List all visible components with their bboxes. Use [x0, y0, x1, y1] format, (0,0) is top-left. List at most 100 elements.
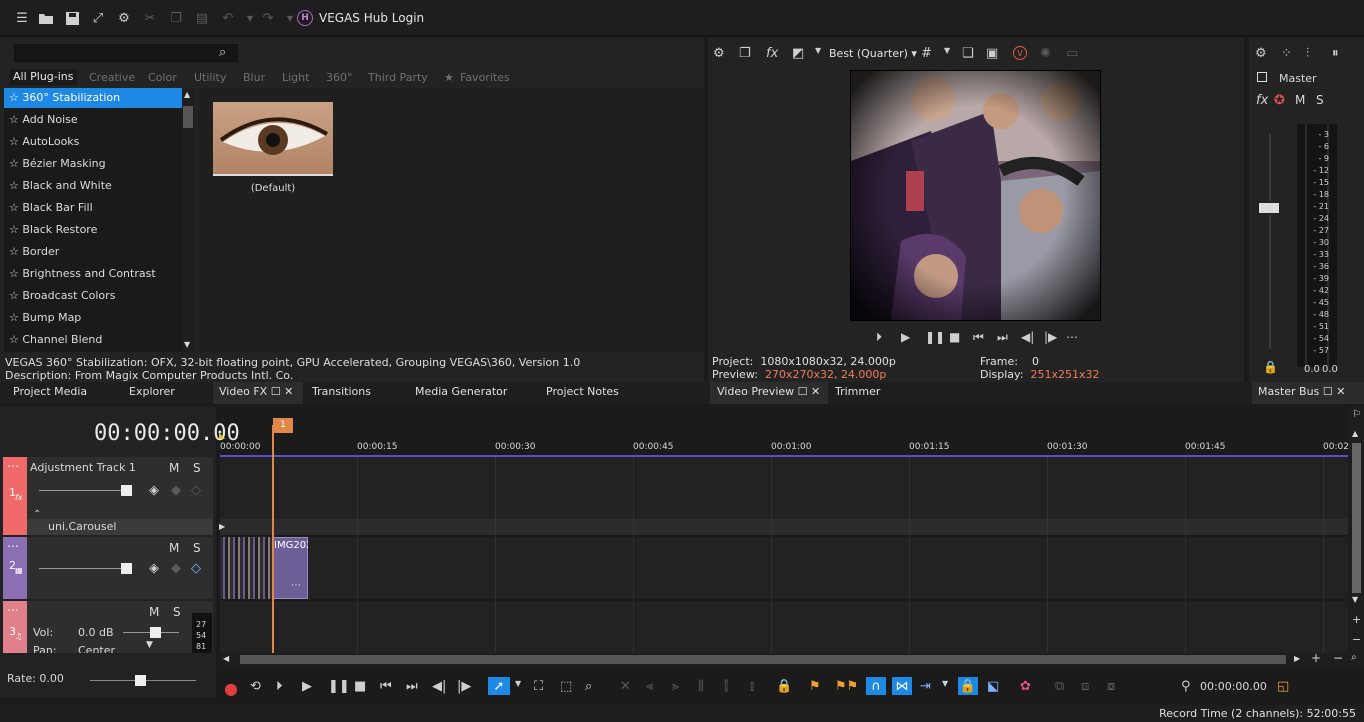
snapping-icon[interactable]: ∩	[866, 677, 886, 695]
select-group-icon[interactable]: ⧇	[1107, 679, 1115, 694]
tab-utility[interactable]: Utility	[194, 71, 226, 84]
close-icon[interactable]: ✕	[284, 385, 293, 398]
composite-mode-icon[interactable]: ◈	[149, 561, 159, 576]
list-scrollbar[interactable]: ▲ ▼	[182, 88, 194, 352]
preview-settings-icon[interactable]: ⚙	[713, 46, 725, 61]
save-icon[interactable]	[64, 10, 80, 26]
tab-master-bus[interactable]: Master Bus ☐ ✕	[1252, 382, 1364, 404]
external-monitor-icon[interactable]: ❐	[739, 46, 751, 61]
track-menu-icon[interactable]: ⋯	[7, 603, 19, 617]
pause-icon[interactable]: ❚❚	[925, 330, 945, 344]
go-to-start-icon[interactable]: ⏮	[973, 330, 984, 345]
undock-icon[interactable]: ☐	[798, 385, 808, 398]
cursor-time[interactable]: 00:00:00.00	[1200, 680, 1267, 693]
time-ruler[interactable]: 00:00:00 00:00:15 00:00:30 00:00:45 00:0…	[220, 437, 1349, 457]
tab-project-notes[interactable]: Project Notes	[546, 382, 619, 404]
scroll-thumb[interactable]	[240, 655, 1286, 664]
more-icon[interactable]: ⋯	[1066, 330, 1078, 344]
scroll-left-icon[interactable]: ◀	[223, 654, 229, 663]
list-item[interactable]: ☆ Add Noise	[4, 110, 182, 130]
video-clip[interactable]: IMG202 ⋯	[272, 537, 308, 599]
save-snapshot-icon[interactable]: ▣	[986, 46, 998, 61]
tab-blur[interactable]: Blur	[243, 71, 265, 84]
timecode-display[interactable]: 00:00:00.00	[94, 421, 240, 446]
delete-icon[interactable]: ✕	[620, 679, 631, 694]
downmix-icon[interactable]: ⁘	[1281, 46, 1292, 61]
create-group-icon[interactable]: ⧉	[1055, 679, 1064, 694]
mute-button[interactable]: M	[149, 605, 159, 619]
list-item[interactable]: ☆ AutoLooks	[4, 132, 182, 152]
trim-end-icon[interactable]: ⫸	[672, 679, 679, 694]
list-item[interactable]: ☆ Brightness and Contrast	[4, 264, 182, 284]
list-item[interactable]: ☆ Black and White	[4, 176, 182, 196]
redo-dropdown-icon[interactable]: ▼	[282, 10, 298, 26]
stop-icon[interactable]: ■	[949, 330, 960, 344]
slide-icon[interactable]: ⫾	[750, 679, 754, 694]
gear-icon[interactable]: ⚙	[116, 10, 132, 26]
playhead[interactable]	[272, 425, 274, 653]
split-icon[interactable]: ⫼	[698, 679, 704, 694]
zoom-tool-icon[interactable]: ⌕	[1351, 652, 1357, 663]
scroll-down-icon[interactable]: ▼	[184, 340, 190, 349]
previous-frame-icon[interactable]: ◀|	[432, 679, 446, 694]
pause-icon[interactable]: ❚❚	[328, 679, 350, 694]
tab-transitions[interactable]: Transitions	[312, 382, 371, 404]
list-item[interactable]: ☆ Broadcast Colors	[4, 286, 182, 306]
compositing-child-icon[interactable]: ◆	[171, 483, 181, 498]
go-to-start-icon[interactable]: ⏮	[380, 679, 392, 694]
compositing-child-icon[interactable]: ◆	[171, 561, 181, 576]
tab-media-generator[interactable]: Media Generator	[415, 382, 507, 404]
track-level-slider[interactable]	[39, 490, 131, 491]
plugin-search-input[interactable]	[14, 44, 238, 62]
composite-mode-icon[interactable]: ◈	[149, 483, 159, 498]
tab-third-party[interactable]: Third Party	[368, 71, 428, 84]
preset-thumbnail[interactable]	[213, 102, 333, 176]
timeline-vscroll[interactable]: ⚐ ▲ ▼ + −	[1349, 407, 1364, 653]
stop-icon[interactable]: ■	[354, 679, 366, 694]
slip-icon[interactable]: ⫿	[724, 679, 728, 694]
undock-icon[interactable]: ☐	[271, 385, 281, 398]
fx-icon[interactable]: fx	[1256, 93, 1268, 108]
parent-icon[interactable]: ◇	[191, 561, 201, 576]
tab-light[interactable]: Light	[282, 71, 309, 84]
scroll-down-icon[interactable]: ▼	[1352, 595, 1358, 604]
slider-handle[interactable]	[135, 675, 146, 686]
solo-button[interactable]: S	[193, 541, 201, 555]
timeline-hscroll[interactable]: ◀ ▶ + − ⌕	[220, 651, 1364, 667]
dropdown-icon[interactable]: ▼	[815, 46, 821, 55]
scroll-up-icon[interactable]: ▲	[1352, 429, 1358, 438]
hamburger-icon[interactable]: ☰	[14, 10, 30, 26]
mute-button[interactable]: M	[169, 541, 179, 555]
paste-icon[interactable]: ▤	[194, 10, 210, 26]
expand-icon[interactable]: ▶	[219, 522, 225, 531]
track-fx-lane-1[interactable]	[220, 519, 1348, 535]
slider-handle[interactable]	[121, 485, 132, 496]
list-item[interactable]: ☆ Border	[4, 242, 182, 262]
parent-icon[interactable]: ◇	[191, 483, 201, 498]
play-from-start-icon[interactable]: ⏵	[876, 330, 882, 345]
redo-icon[interactable]: ↷	[260, 10, 276, 26]
scroll-up-icon[interactable]: ▲	[184, 90, 190, 99]
marker-icon[interactable]: ⚑	[809, 679, 821, 694]
cut-icon[interactable]: ✂	[142, 10, 158, 26]
track-lane-3[interactable]	[220, 601, 1348, 653]
tab-360[interactable]: 360°	[326, 71, 353, 84]
slider-handle[interactable]	[121, 563, 132, 574]
undock-icon[interactable]: ☐	[1323, 385, 1333, 398]
open-folder-icon[interactable]	[38, 10, 54, 26]
list-item[interactable]: ☆ Black Restore	[4, 220, 182, 240]
tab-video-fx[interactable]: Video FX ☐ ✕	[213, 382, 303, 404]
vegas-hub-logo-icon[interactable]: H	[297, 10, 313, 26]
start-marker-icon[interactable]: ◣	[219, 431, 225, 440]
scroll-thumb[interactable]	[1352, 443, 1361, 593]
track-fx-name[interactable]: uni.Carousel	[48, 520, 116, 533]
list-item[interactable]: ☆ Black Bar Fill	[4, 198, 182, 218]
tab-trimmer[interactable]: Trimmer	[835, 382, 880, 404]
next-frame-icon[interactable]: |▶	[1044, 330, 1057, 344]
zoom-out-icon[interactable]: −	[1333, 651, 1343, 665]
mute-button[interactable]: M	[169, 461, 179, 475]
solo-button[interactable]: S	[193, 461, 201, 475]
adjust-icon[interactable]: ✺	[1040, 46, 1051, 61]
copy-icon[interactable]: ❐	[168, 10, 184, 26]
zoom-in-vertical-icon[interactable]: +	[1352, 613, 1361, 626]
